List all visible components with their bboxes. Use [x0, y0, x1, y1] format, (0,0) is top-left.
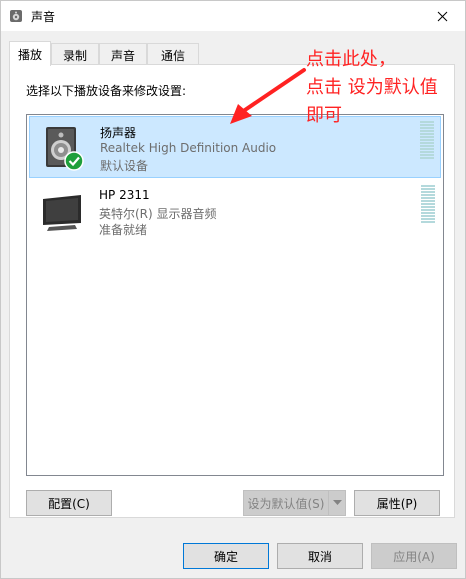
sound-app-icon: [10, 10, 22, 22]
device-item-speaker[interactable]: 扬声器 Realtek High Definition Audio 默认设备: [29, 116, 441, 178]
tab-communications[interactable]: 通信: [147, 43, 199, 65]
tab-recording[interactable]: 录制: [51, 43, 99, 65]
annotation-line-2: 点击 设为默认值: [306, 77, 438, 98]
volume-meter: [421, 185, 435, 225]
properties-button[interactable]: 属性(P): [354, 490, 440, 516]
speaker-icon: [46, 127, 84, 171]
set-default-dropdown[interactable]: [328, 490, 346, 516]
playback-panel: 选择以下播放设备来修改设置: 扬声器 Realtek High Definiti…: [9, 64, 455, 518]
cancel-button[interactable]: 取消: [277, 543, 363, 569]
device-name: 扬声器: [100, 126, 137, 140]
annotation-line-1: 点击此处，: [306, 49, 396, 70]
chevron-down-icon: [332, 500, 342, 505]
close-icon: [437, 11, 447, 21]
dialog-client: 播放 录制 声音 通信 选择以下播放设备来修改设置: 扬声器 Realtek H…: [1, 31, 465, 578]
configure-button[interactable]: 配置(C): [26, 490, 112, 516]
device-list[interactable]: 扬声器 Realtek High Definition Audio 默认设备 H…: [26, 114, 444, 476]
title-bar[interactable]: 声音: [1, 1, 465, 31]
volume-meter: [420, 121, 434, 161]
tab-playback[interactable]: 播放: [9, 41, 51, 66]
ok-button[interactable]: 确定: [183, 543, 269, 569]
tab-sounds[interactable]: 声音: [99, 43, 147, 65]
device-driver: 英特尔(R) 显示器音频: [99, 207, 217, 221]
device-item-monitor[interactable]: HP 2311 英特尔(R) 显示器音频 准备就绪: [29, 181, 441, 243]
window-title: 声音: [31, 10, 56, 24]
monitor-icon: [43, 195, 81, 231]
annotation-line-3: 即可: [306, 105, 342, 126]
apply-button[interactable]: 应用(A): [371, 543, 457, 569]
device-status: 默认设备: [100, 159, 149, 173]
device-driver: Realtek High Definition Audio: [100, 141, 277, 155]
device-name: HP 2311: [99, 188, 150, 202]
close-button[interactable]: [419, 1, 465, 31]
instruction-text: 选择以下播放设备来修改设置:: [26, 84, 187, 98]
set-default-button[interactable]: 设为默认值(S): [243, 490, 329, 516]
device-status: 准备就绪: [99, 223, 148, 237]
